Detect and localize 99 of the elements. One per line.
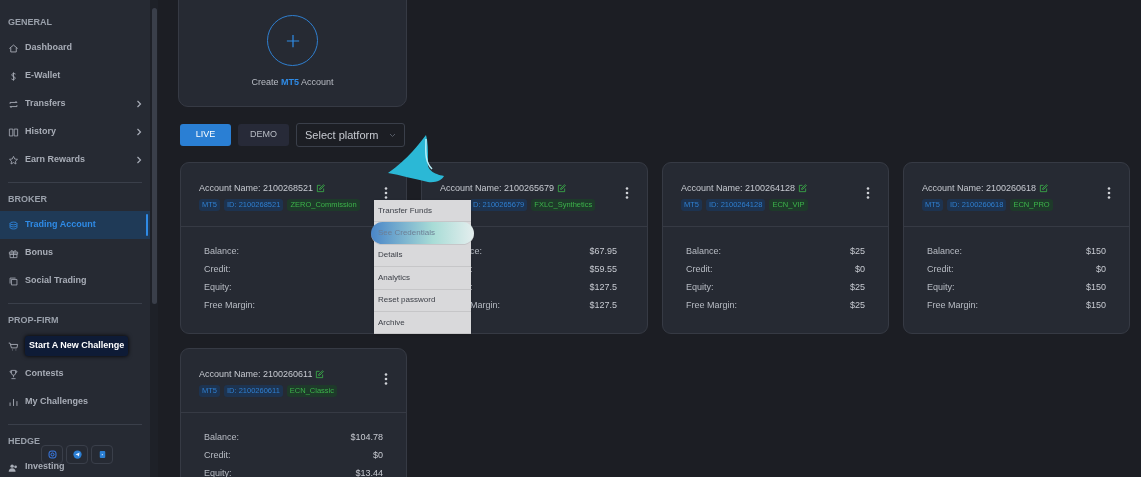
field-label: : <box>470 280 473 294</box>
sidebar-label: Earn Rewards <box>25 153 86 167</box>
field-label: Free Margin: <box>686 298 738 312</box>
sidebar-item[interactable]: Transfers <box>0 90 150 118</box>
sidebar-item[interactable]: E-Wallet <box>0 62 150 90</box>
sidebar-label: Bonus <box>25 246 53 260</box>
platform-select[interactable]: Select platform <box>296 123 405 147</box>
field-label: Margin: <box>470 298 500 312</box>
sidebar-item[interactable]: Social Trading <box>0 267 150 295</box>
edit-icon[interactable] <box>316 184 326 194</box>
sidebar-label: Social Trading <box>25 274 87 288</box>
sidebar-item[interactable]: Contests <box>0 360 150 388</box>
edit-icon[interactable] <box>798 184 808 194</box>
field-label: Balance: <box>927 244 963 258</box>
trophy-icon <box>8 368 19 380</box>
chevron-down-icon <box>389 132 396 138</box>
sidebar-label: Transfers <box>25 97 66 111</box>
field-label: Equity: <box>686 280 714 294</box>
sidebar-label: Trading Account <box>25 218 96 232</box>
field-label: Balance: <box>686 244 722 258</box>
field-label: Credit: <box>686 262 713 276</box>
section-heading: PROP-FIRM <box>7 314 60 327</box>
scrollbar-thumb[interactable] <box>151 8 157 304</box>
cart-icon <box>8 340 19 352</box>
arrows-icon <box>8 98 19 110</box>
sidebar-label: My Challenges <box>25 395 89 409</box>
field-label: Balance: <box>204 244 240 258</box>
field-label: Balance: <box>204 430 240 444</box>
section-heading: GENERAL <box>7 16 53 29</box>
dollar-icon <box>8 70 19 82</box>
book-icon <box>8 126 19 138</box>
sidebar-item[interactable]: Bonus <box>0 239 150 267</box>
challenge-link[interactable]: Start A New Challenge <box>25 336 129 356</box>
field-value: $13.44 <box>355 466 383 477</box>
field-value: $67.95 <box>589 244 617 258</box>
field-label: Equity: <box>204 466 232 477</box>
field-value: $0 <box>1096 262 1106 276</box>
more-options-icon[interactable] <box>866 187 870 199</box>
field-value: $25 <box>849 298 865 312</box>
account-name: Account Name: 2100260611 <box>199 368 313 381</box>
field-value: $25 <box>849 280 865 294</box>
gift-icon <box>8 247 19 259</box>
sidebar-item[interactable]: Trading Account <box>0 211 150 239</box>
field-label: : <box>470 262 473 276</box>
field-label: Free Margin: <box>927 298 979 312</box>
account-name: Account Name: 2100264128 <box>681 182 796 195</box>
field-label: Free Margin: <box>204 298 256 312</box>
account-name: Account Name: 2100268521 <box>199 182 314 195</box>
field-label: Credit: <box>927 262 954 276</box>
sidebar-item[interactable]: Start A New Challenge <box>0 332 150 360</box>
field-value: $150 <box>1085 244 1106 258</box>
account-type-tab[interactable]: LIVE <box>180 124 231 146</box>
field-value: $127.5 <box>589 298 617 312</box>
more-options-icon[interactable] <box>625 187 629 199</box>
sidebar-item[interactable]: Investing <box>0 453 150 477</box>
field-value: $104.78 <box>350 430 383 444</box>
field-value: $0 <box>855 262 865 276</box>
sidebar-label: History <box>25 125 56 139</box>
field-value: $150 <box>1085 298 1106 312</box>
sidebar-item[interactable]: Earn Rewards <box>0 146 150 174</box>
account-name: Account Name: 2100260618 <box>922 182 1037 195</box>
field-label: Credit: <box>204 448 231 462</box>
field-label: Credit: <box>204 262 231 276</box>
edit-icon[interactable] <box>1039 184 1049 194</box>
section-heading: HEDGE <box>7 435 41 448</box>
more-options-icon[interactable] <box>384 373 388 385</box>
create-account-label: Create MT5 Account <box>251 76 334 89</box>
sidebar-item[interactable]: My Challenges <box>0 388 150 416</box>
sidebar-label: E-Wallet <box>25 69 61 83</box>
sidebar-label: Contests <box>25 367 64 381</box>
account-type-tab[interactable]: DEMO <box>238 124 289 146</box>
social-button[interactable] <box>66 445 88 464</box>
camera-icon <box>46 449 58 460</box>
edit-icon[interactable] <box>557 184 567 194</box>
bar-chart-icon <box>8 396 19 408</box>
edit-icon[interactable] <box>315 370 325 380</box>
account-name: Account Name: 2100265679 <box>440 182 555 195</box>
sidebar-label: Investing <box>25 460 65 474</box>
social-button[interactable] <box>41 445 63 464</box>
sidebar-item[interactable]: Dashboard <box>0 34 150 62</box>
star-icon <box>8 154 19 166</box>
sidebar-label: Dashboard <box>25 41 72 55</box>
field-value: $150 <box>1085 280 1106 294</box>
section-heading: BROKER <box>7 193 48 206</box>
coins-icon <box>8 219 19 231</box>
field-value: $0 <box>373 448 383 462</box>
home-icon <box>8 42 19 54</box>
create-account-card[interactable]: Create MT5 Account <box>178 0 407 107</box>
copy-icon <box>8 275 19 287</box>
paper-plane-icon <box>71 449 83 460</box>
field-value: $25 <box>849 244 865 258</box>
field-label: Equity: <box>927 280 955 294</box>
sidebar-item[interactable]: History <box>0 118 150 146</box>
field-value: $59.55 <box>589 262 617 276</box>
social-button[interactable] <box>91 445 113 464</box>
field-value: $127.5 <box>589 280 617 294</box>
field-label: Equity: <box>204 280 232 294</box>
more-options-icon[interactable] <box>1107 187 1111 199</box>
more-options-icon[interactable] <box>384 187 388 199</box>
